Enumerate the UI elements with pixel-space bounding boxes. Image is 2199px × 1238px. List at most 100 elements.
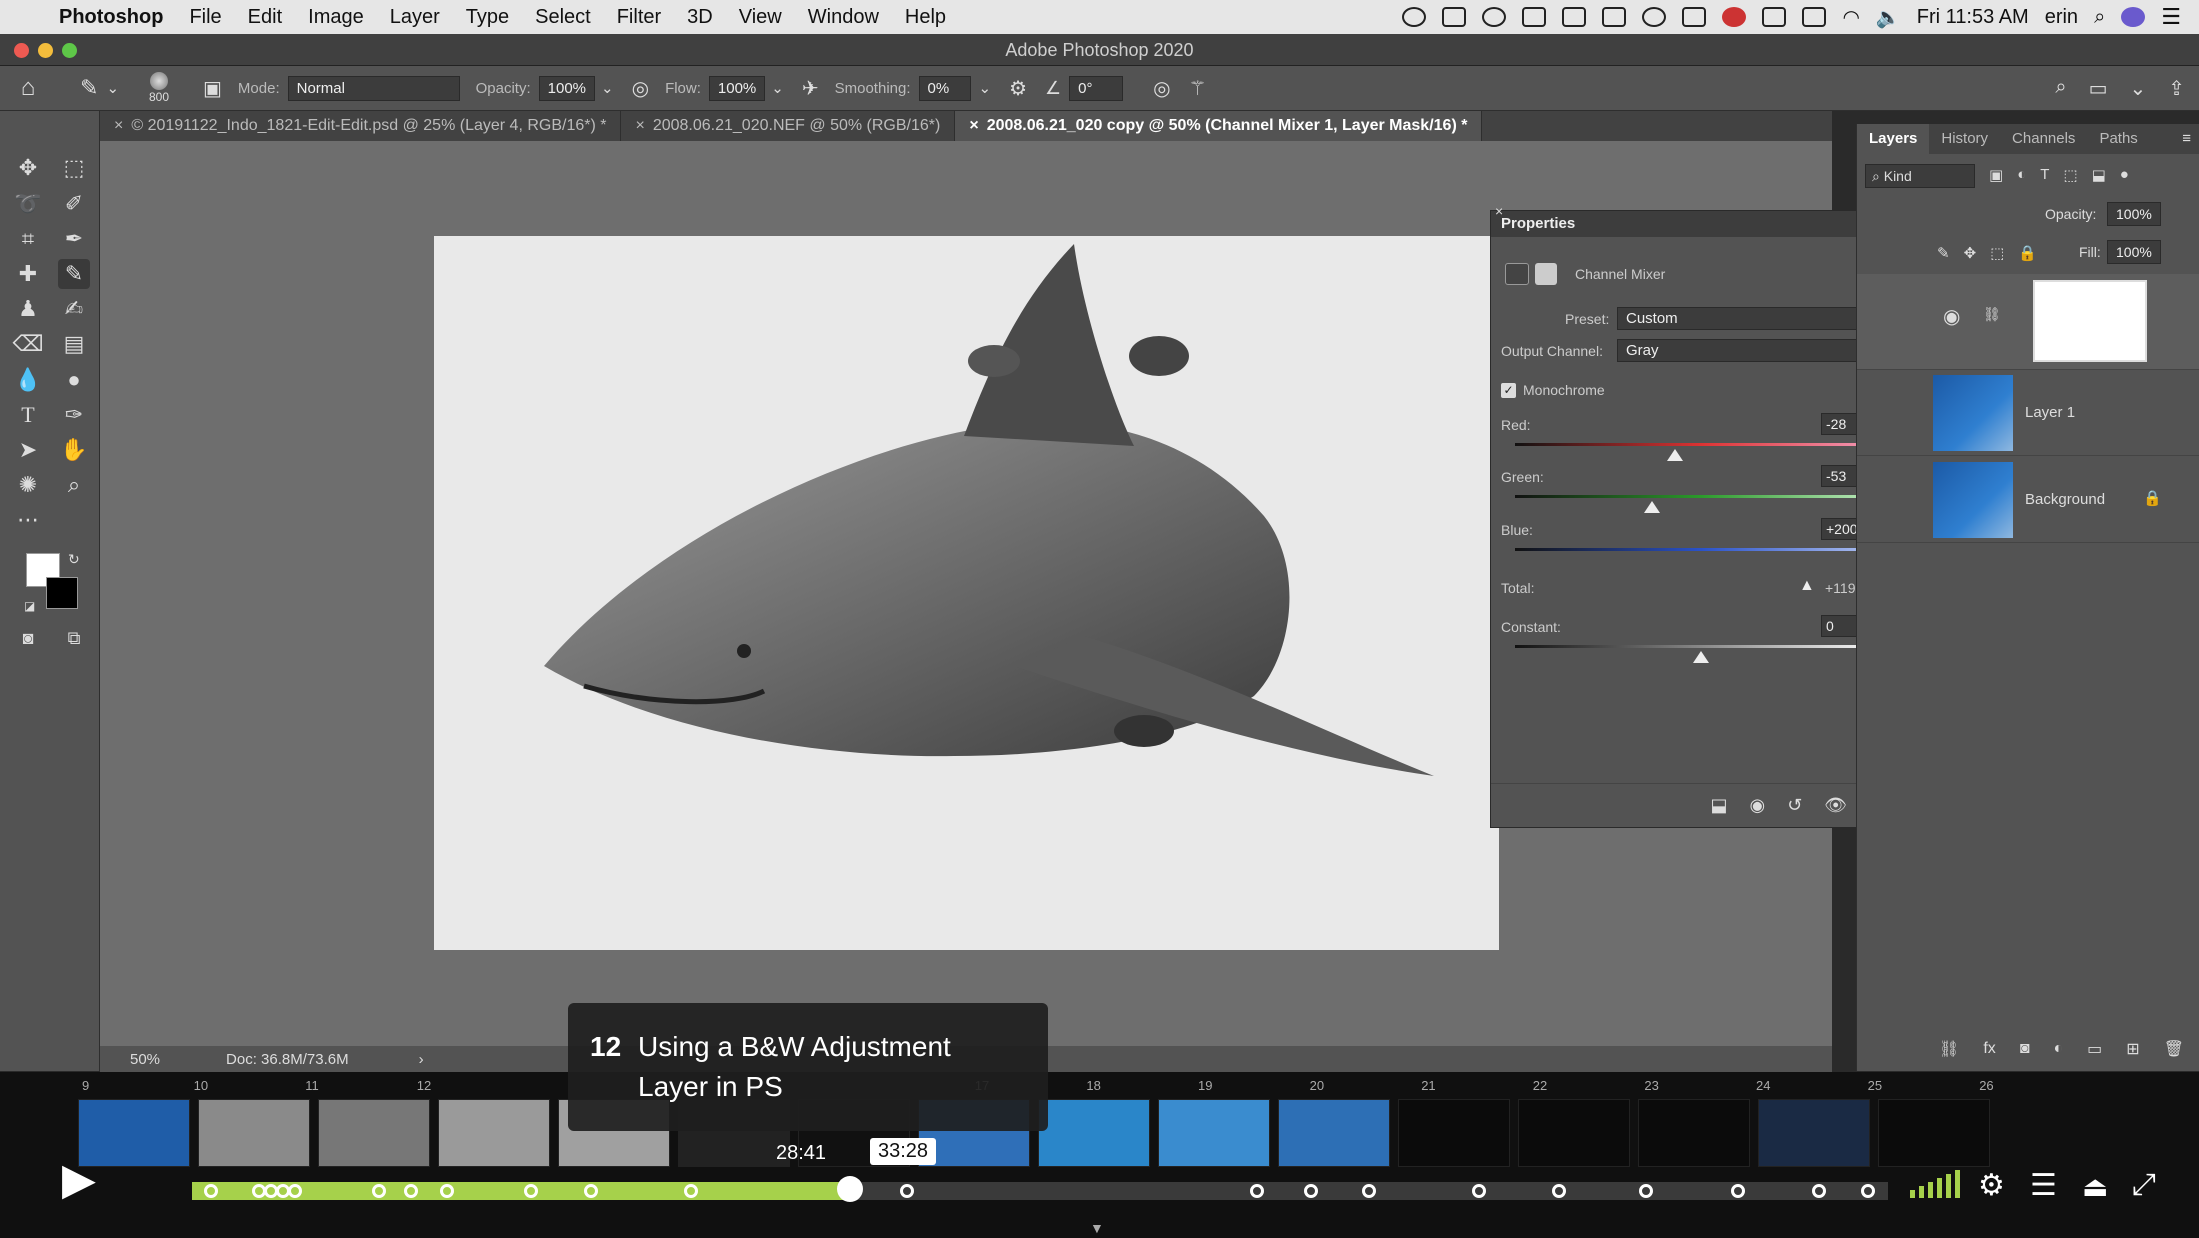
rotate-view-tool-icon[interactable]: ✺ (12, 470, 44, 500)
layer-row-layer-1[interactable]: Layer 1 (1857, 370, 2199, 456)
edit-toolbar-icon[interactable]: ⋯ (12, 505, 44, 535)
history-brush-tool-icon[interactable]: ✍ (58, 294, 90, 324)
chapter-marker[interactable] (584, 1184, 598, 1198)
link-layers-icon[interactable]: ⛓ (1939, 1039, 1959, 1059)
user-name[interactable]: erin (2045, 6, 2078, 29)
layer-mask-icon[interactable] (1535, 263, 1557, 285)
lock-all-icon[interactable]: 🔒 (2018, 244, 2037, 262)
close-tab-icon[interactable]: × (635, 117, 644, 134)
close-panel-icon[interactable]: × (1495, 203, 1503, 219)
lock-position-icon[interactable]: ✥ (1964, 244, 1977, 262)
layers-panel-menu-icon[interactable]: ≡ (2182, 124, 2199, 154)
chapter-marker[interactable] (1731, 1184, 1745, 1198)
clock[interactable]: Fri 11:53 AM (1917, 6, 2029, 29)
menu-select[interactable]: Select (522, 6, 604, 29)
zoom-window-button[interactable] (62, 43, 77, 58)
symmetry-icon[interactable]: ⚚ (1189, 76, 1207, 101)
eraser-tool-icon[interactable]: ⌫ (12, 329, 44, 359)
fullscreen-icon[interactable]: ⤢ (2132, 1168, 2156, 1202)
workspace-chevron-icon[interactable]: ⌄ (2129, 76, 2146, 101)
layer-opacity-field[interactable]: 100% (2107, 202, 2161, 226)
tool-preset-chevron-icon[interactable]: ⌄ (106, 79, 119, 97)
close-tab-icon[interactable]: × (114, 117, 123, 134)
doc-tab-1[interactable]: × © 20191122_Indo_1821-Edit-Edit.psd @ 25… (100, 111, 622, 141)
flow-chevron-icon[interactable]: ⌄ (771, 79, 784, 97)
airplay-icon[interactable] (1762, 7, 1787, 27)
menu-3d[interactable]: 3D (674, 6, 726, 29)
chapter-thumbnail[interactable] (318, 1099, 430, 1167)
path-select-tool-icon[interactable]: ➤ (12, 435, 44, 465)
volume-bars-icon[interactable] (1910, 1170, 1960, 1198)
background-color-swatch[interactable] (46, 577, 78, 609)
record-icon[interactable] (1722, 7, 1747, 27)
home-icon[interactable]: ⌂ (0, 74, 56, 102)
smoothing-field[interactable]: 0% (918, 75, 971, 101)
zoom-tool-icon[interactable]: ⌕ (58, 470, 90, 500)
filter-smart-icon[interactable]: ⬓ (2092, 166, 2106, 184)
volume-icon[interactable]: 🔈 (1876, 5, 1901, 30)
siri-icon[interactable] (2121, 7, 2146, 27)
layer-mask-thumbnail[interactable] (2033, 280, 2147, 362)
spotlight-search-icon[interactable]: ⌕ (2094, 6, 2105, 29)
chapter-marker[interactable] (1304, 1184, 1318, 1198)
swap-colors-icon[interactable]: ↻ (68, 551, 80, 568)
chapter-thumbnail[interactable] (1038, 1099, 1150, 1167)
display-icon[interactable] (1442, 7, 1467, 27)
pressure-size-icon[interactable]: ◎ (1153, 76, 1170, 101)
crop-tool-icon[interactable]: ⌗ (12, 224, 44, 254)
gear-icon[interactable]: ⚙ (1009, 76, 1027, 101)
view-previous-icon[interactable]: ◉ (1749, 795, 1765, 816)
filter-adjustment-icon[interactable]: ◐ (2017, 166, 2026, 184)
visibility-eye-icon[interactable]: 👁 (1824, 795, 1847, 816)
airplay-icon[interactable]: ⏏ (2082, 1170, 2108, 1203)
move-tool-icon[interactable]: ✥ (12, 153, 44, 183)
chapter-marker[interactable] (1861, 1184, 1875, 1198)
lock-pixels-icon[interactable]: ✎ (1937, 244, 1950, 262)
lasso-tool-icon[interactable]: ➰ (12, 189, 44, 219)
opacity-chevron-icon[interactable]: ⌄ (601, 79, 614, 97)
menu-file[interactable]: File (176, 6, 234, 29)
menu-layer[interactable]: Layer (377, 6, 453, 29)
settings-gear-icon[interactable]: ⚙ (1978, 1168, 2005, 1203)
blur-tool-icon[interactable]: 💧 (12, 365, 44, 395)
brush-settings-icon[interactable]: ▣ (203, 76, 222, 101)
zoom-level[interactable]: 50% (130, 1051, 160, 1068)
type-tool-icon[interactable]: T (12, 400, 44, 430)
chapter-thumbnail[interactable] (1758, 1099, 1870, 1167)
doc-tab-3[interactable]: × 2008.06.21_020 copy @ 50% (Channel Mixe… (955, 111, 1483, 141)
quick-select-tool-icon[interactable]: ✐ (58, 189, 90, 219)
chapter-marker[interactable] (204, 1184, 218, 1198)
brush-preset-picker[interactable]: 800 (137, 72, 181, 104)
constant-slider-thumb[interactable] (1693, 651, 1709, 663)
tab-layers[interactable]: Layers (1857, 124, 1930, 154)
wifi-icon[interactable]: ◠ (1842, 5, 1859, 30)
chapter-marker[interactable] (1812, 1184, 1826, 1198)
creative-cloud-icon[interactable] (1402, 7, 1427, 27)
menu-view[interactable]: View (726, 6, 795, 29)
chapter-marker[interactable] (404, 1184, 418, 1198)
blue-slider-track[interactable] (1515, 548, 1887, 551)
opacity-field[interactable]: 100% (538, 75, 596, 101)
gradient-tool-icon[interactable]: ▤ (58, 329, 90, 359)
notification-center-icon[interactable]: ☰ (2161, 4, 2181, 30)
chapter-marker[interactable] (524, 1184, 538, 1198)
green-slider-track[interactable] (1515, 495, 1887, 498)
tab-paths[interactable]: Paths (2087, 124, 2149, 154)
new-adjustment-icon[interactable]: ◐ (2053, 1040, 2063, 1058)
delete-layer-icon[interactable]: 🗑 (2164, 1039, 2184, 1059)
filter-type-icon[interactable]: T (2040, 166, 2049, 184)
red-slider-track[interactable] (1515, 443, 1887, 446)
channel-mixer-icon[interactable] (1505, 263, 1529, 285)
quick-mask-icon[interactable]: ◙ (12, 623, 44, 653)
layer-row-background[interactable]: Background 🔒 (1857, 457, 2199, 543)
collapse-chevron-icon[interactable]: ▼ (1090, 1220, 1104, 1236)
menu-help[interactable]: Help (892, 6, 959, 29)
chapter-marker[interactable] (1639, 1184, 1653, 1198)
menu-app-name[interactable]: Photoshop (46, 6, 176, 29)
hand-tool-icon[interactable]: ✋ (58, 435, 90, 465)
angle-icon[interactable]: ∠ (1045, 78, 1061, 99)
clip-to-layer-icon[interactable]: ⬓ (1710, 795, 1727, 816)
chapter-thumbnail[interactable] (198, 1099, 310, 1167)
add-mask-icon[interactable]: ◙ (2020, 1040, 2030, 1058)
chapter-marker[interactable] (1362, 1184, 1376, 1198)
